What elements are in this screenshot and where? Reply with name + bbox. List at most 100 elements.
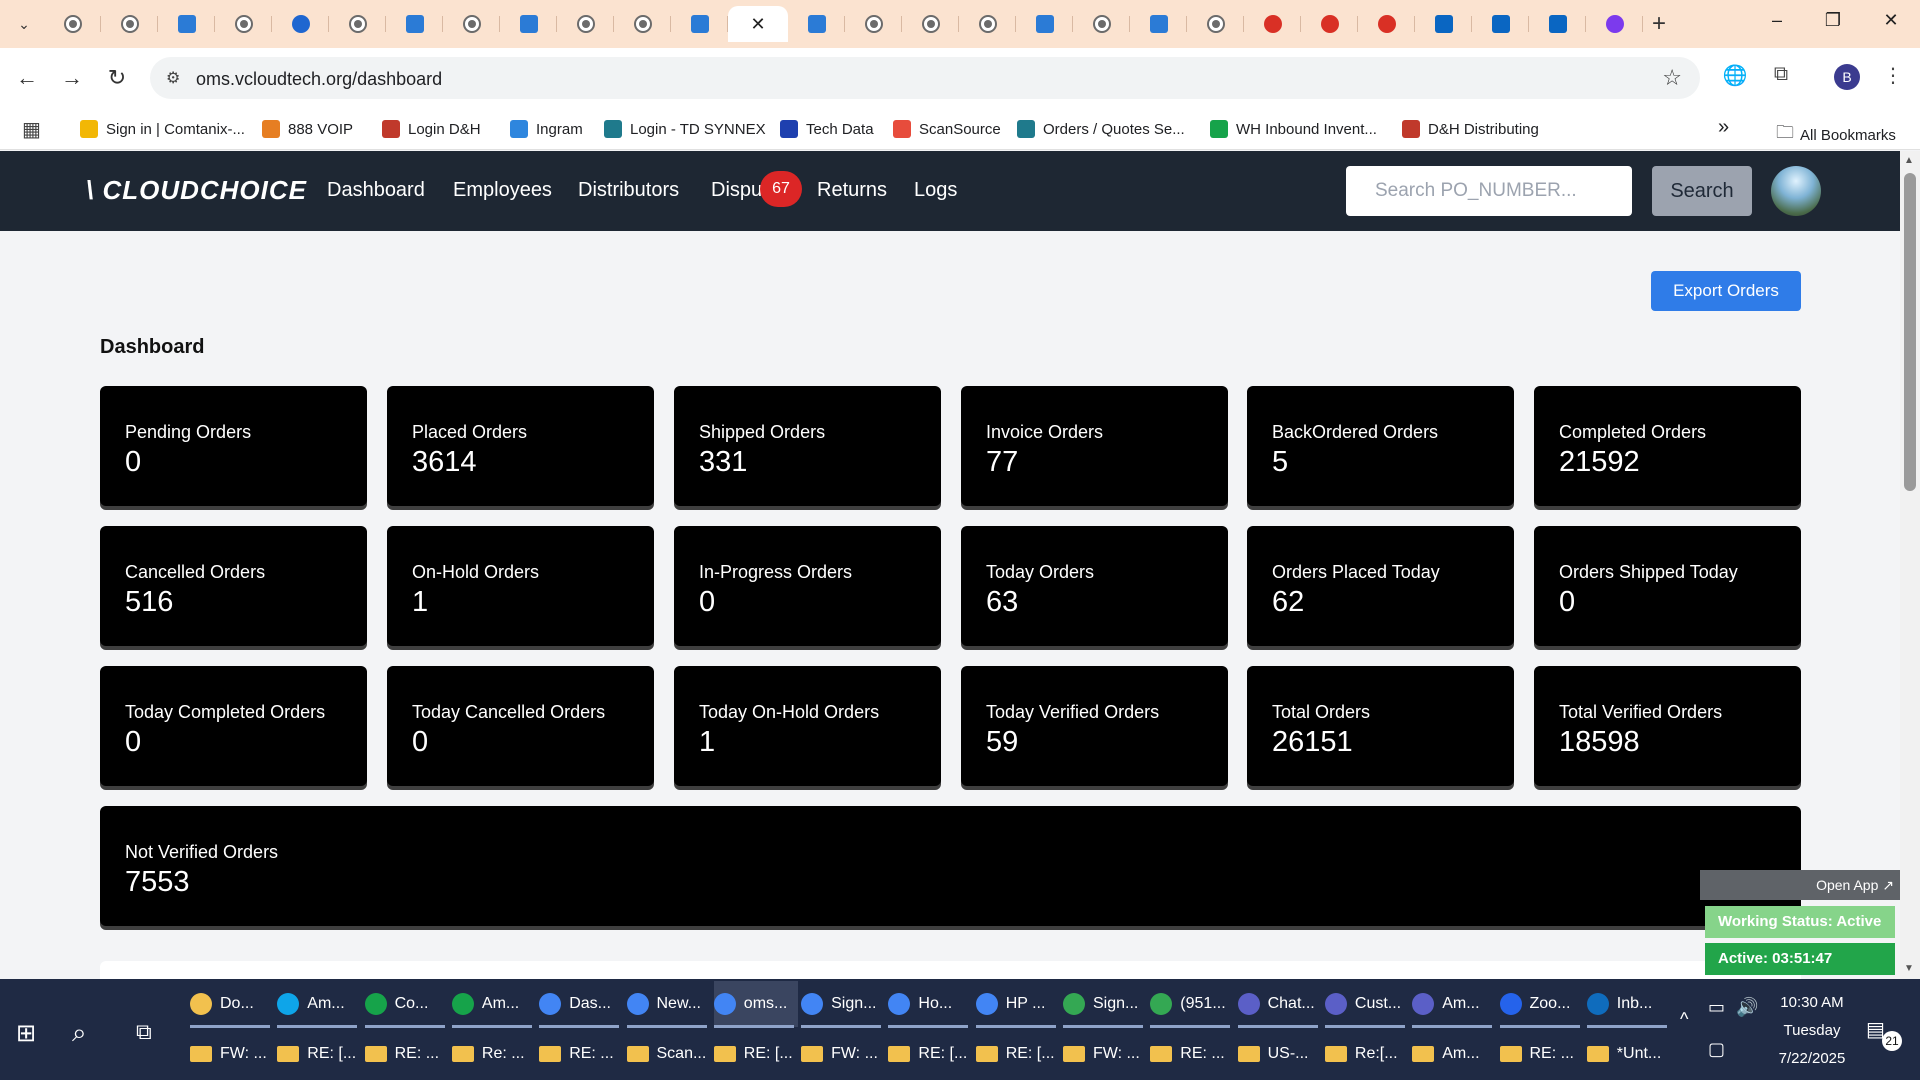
taskbar-mail-button[interactable]: FW: ... — [190, 1031, 274, 1077]
taskbar-mail-button[interactable]: RE: [... — [888, 1031, 972, 1077]
scrollbar-thumb[interactable] — [1904, 173, 1916, 491]
chrome-menu-icon[interactable]: ⋮ — [1878, 63, 1908, 88]
browser-tab[interactable] — [1586, 6, 1643, 42]
browser-tab[interactable] — [44, 6, 101, 42]
stat-card[interactable]: Today Completed Orders 0 — [100, 666, 367, 786]
browser-tab[interactable] — [1301, 6, 1358, 42]
taskbar-app-button[interactable]: Cust... — [1324, 981, 1409, 1027]
bookmark-item[interactable]: D&H Distributing — [1402, 120, 1539, 138]
browser-tab[interactable] — [1529, 6, 1586, 42]
bookmark-item[interactable]: 888 VOIP — [262, 120, 353, 138]
browser-tab[interactable] — [500, 6, 557, 42]
browser-tab[interactable] — [1073, 6, 1130, 42]
taskbar-app-button[interactable]: (951... — [1150, 981, 1234, 1027]
all-bookmarks-folder[interactable]: 🗀 All Bookmarks — [1776, 120, 1896, 150]
taskbar-app-button[interactable]: Sign... — [1063, 981, 1147, 1027]
network-icon[interactable]: ▢ — [1708, 1039, 1725, 1060]
taskbar-mail-button[interactable]: US-... — [1237, 1031, 1322, 1077]
taskbar-mail-button[interactable]: FW: ... — [1063, 1031, 1147, 1077]
taskbar-app-button[interactable]: Das... — [539, 981, 623, 1027]
browser-tab[interactable] — [557, 6, 614, 42]
stat-card[interactable]: Today Verified Orders 59 — [961, 666, 1228, 786]
close-window-button[interactable]: ✕ — [1876, 10, 1906, 31]
taskbar-app-button[interactable]: Am... — [277, 981, 361, 1027]
taskbar-mail-button[interactable]: Am... — [1412, 1031, 1496, 1077]
taskbar-app-button[interactable]: Do... — [190, 981, 274, 1027]
browser-tab[interactable] — [959, 6, 1016, 42]
site-settings-icon[interactable]: ⚙ — [166, 68, 180, 88]
bookmark-item[interactable]: Ingram — [510, 120, 583, 138]
new-tab-button[interactable]: + — [1652, 10, 1666, 38]
taskbar-mail-button[interactable]: RE: ... — [539, 1031, 623, 1077]
stat-card[interactable]: Completed Orders 21592 — [1534, 386, 1801, 506]
stat-card[interactable]: Orders Shipped Today 0 — [1534, 526, 1801, 646]
taskbar-clock[interactable]: 10:30 AM Tuesday 7/22/2025 — [1772, 989, 1852, 1073]
close-tab-icon[interactable]: ✕ — [749, 14, 767, 34]
stat-card[interactable]: BackOrdered Orders 5 — [1247, 386, 1514, 506]
browser-tab[interactable] — [101, 6, 158, 42]
browser-tab[interactable] — [845, 6, 902, 42]
taskbar-mail-button[interactable]: RE: ... — [1499, 1031, 1584, 1077]
browser-tab[interactable] — [671, 6, 728, 42]
browser-tab[interactable] — [1472, 6, 1529, 42]
browser-tab[interactable] — [329, 6, 386, 42]
browser-tab[interactable] — [1187, 6, 1244, 42]
bookmark-item[interactable]: Login - TD SYNNEX — [604, 120, 766, 138]
bookmark-item[interactable]: Orders / Quotes Se... — [1017, 120, 1185, 138]
browser-tab[interactable] — [443, 6, 500, 42]
taskbar-mail-button[interactable]: FW: ... — [801, 1031, 885, 1077]
taskbar-mail-button[interactable]: RE: [... — [277, 1031, 361, 1077]
taskbar-mail-button[interactable]: RE: [... — [713, 1031, 798, 1077]
bookmark-item[interactable]: ScanSource — [893, 120, 1001, 138]
stat-card[interactable]: On-Hold Orders 1 — [387, 526, 654, 646]
task-view-icon[interactable]: ⧉ — [136, 1019, 152, 1045]
bookmarks-overflow-chevron[interactable]: » — [1718, 116, 1729, 139]
browser-tab[interactable] — [215, 6, 272, 42]
cloudchoice-logo[interactable]: \ CLOUDCHOICE — [86, 175, 307, 206]
browser-tab[interactable] — [272, 6, 329, 42]
nav-logs[interactable]: Logs — [914, 179, 957, 202]
taskbar-search-icon[interactable]: ⌕ — [72, 1017, 87, 1049]
taskbar-mail-button[interactable]: Scan... — [626, 1031, 711, 1077]
browser-tab[interactable] — [1130, 6, 1187, 42]
taskbar-app-button[interactable]: Zoo... — [1499, 981, 1584, 1027]
stat-card[interactable]: Shipped Orders 331 — [674, 386, 941, 506]
taskbar-mail-button[interactable]: RE: [... — [975, 1031, 1060, 1077]
taskbar-mail-button[interactable]: *Unt... — [1586, 1031, 1671, 1077]
browser-tab[interactable] — [788, 6, 845, 42]
stat-card[interactable]: Orders Placed Today 62 — [1247, 526, 1514, 646]
tab-search-chevron-icon[interactable]: ⌄ — [10, 10, 38, 38]
browser-tab[interactable] — [902, 6, 959, 42]
stat-card[interactable]: Total Orders 26151 — [1247, 666, 1514, 786]
address-bar[interactable]: ⚙ oms.vcloudtech.org/dashboard ☆ — [150, 57, 1700, 99]
taskbar-mail-button[interactable]: Re: ... — [451, 1031, 536, 1077]
po-search-input[interactable] — [1346, 166, 1632, 216]
taskbar-mail-button[interactable]: RE: ... — [1150, 1031, 1234, 1077]
nav-employees[interactable]: Employees — [453, 179, 552, 202]
browser-tab[interactable] — [1244, 6, 1301, 42]
nav-distributors[interactable]: Distributors — [578, 179, 679, 202]
back-arrow-icon[interactable]: ← — [12, 63, 42, 93]
browser-tab[interactable] — [158, 6, 215, 42]
nav-disputes[interactable]: Dispu — [711, 179, 762, 202]
tray-expand-icon[interactable]: ^ — [1680, 1009, 1688, 1030]
apps-grid-icon[interactable]: ▦ — [22, 117, 41, 142]
bookmark-star-icon[interactable]: ☆ — [1662, 65, 1682, 91]
export-orders-button[interactable]: Export Orders — [1651, 271, 1801, 311]
taskbar-mail-button[interactable]: RE: ... — [364, 1031, 449, 1077]
address-url[interactable]: oms.vcloudtech.org/dashboard — [196, 69, 442, 90]
taskbar-app-button[interactable]: Co... — [364, 981, 449, 1027]
restore-button[interactable]: ❐ — [1818, 10, 1848, 31]
stat-card[interactable]: Pending Orders 0 — [100, 386, 367, 506]
battery-icon[interactable]: ▭ — [1708, 997, 1725, 1018]
stat-card[interactable]: Placed Orders 3614 — [387, 386, 654, 506]
volume-icon[interactable]: 🔊 — [1736, 997, 1758, 1018]
extensions-puzzle-icon[interactable]: ⧉ — [1766, 63, 1796, 86]
stat-card[interactable]: Today Orders 63 — [961, 526, 1228, 646]
browser-tab[interactable] — [386, 6, 443, 42]
stat-card[interactable]: Cancelled Orders 516 — [100, 526, 367, 646]
stat-card[interactable]: Invoice Orders 77 — [961, 386, 1228, 506]
scroll-up-arrow-icon[interactable]: ▲ — [1904, 155, 1914, 166]
taskbar-app-button[interactable]: New... — [626, 981, 711, 1027]
browser-tab[interactable] — [614, 6, 671, 42]
